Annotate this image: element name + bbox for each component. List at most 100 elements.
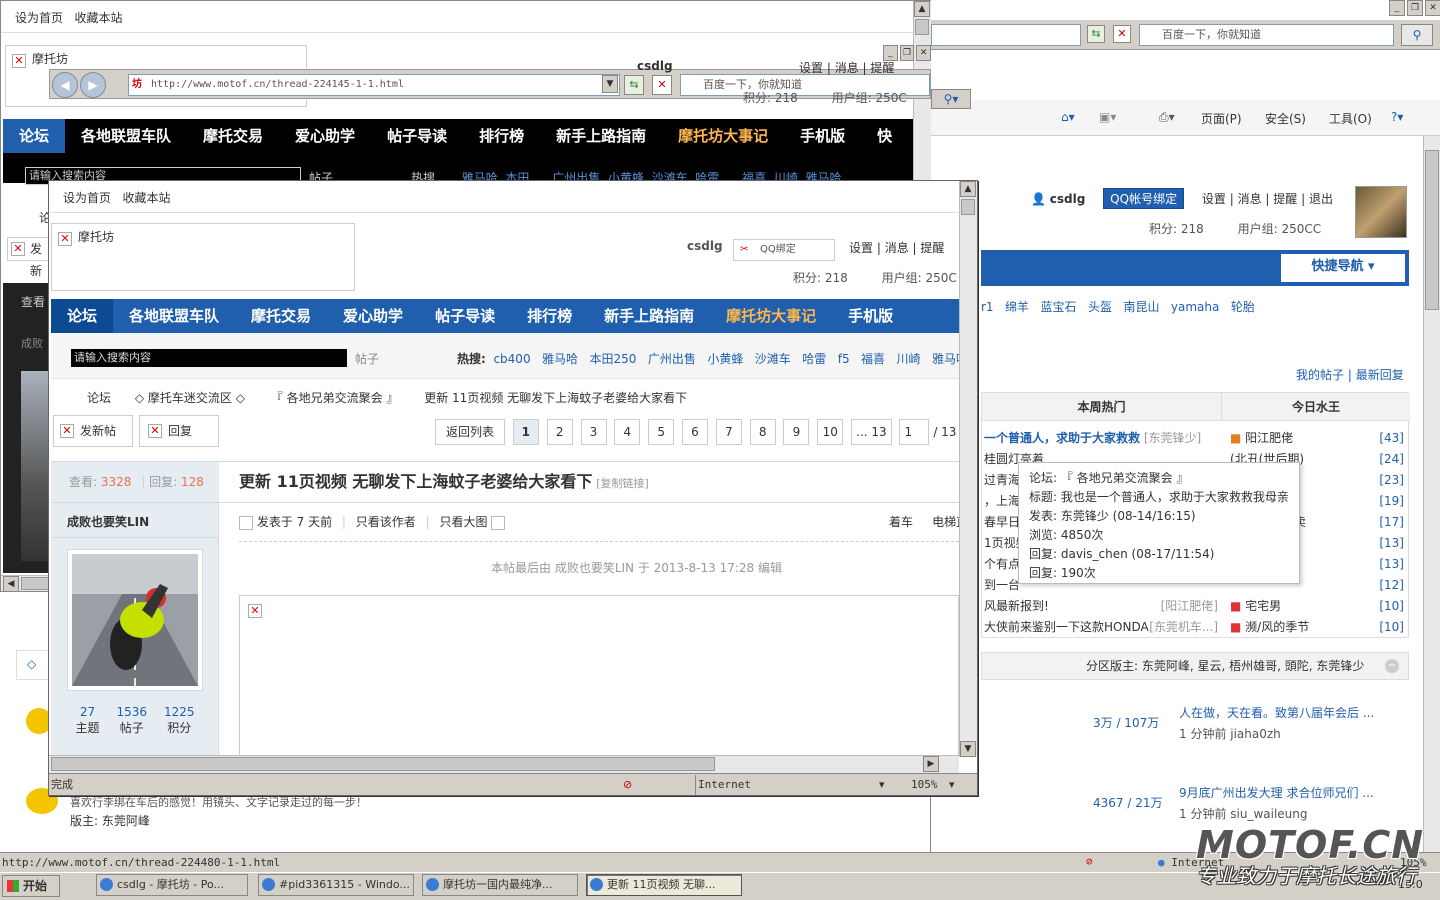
big-image-link[interactable]: 只看大图 (440, 515, 488, 529)
address-bar[interactable]: 坊 http://www.motof.cn/thread-224145-1-1.h… (128, 74, 620, 96)
nav-teams[interactable]: 各地联盟车队 (113, 299, 235, 333)
qq-bind-button[interactable]: QQ帐号绑定 (1103, 188, 1185, 209)
nav-digest[interactable]: 帖子导读 (371, 119, 463, 153)
nav-ranking[interactable]: 排行榜 (463, 119, 540, 153)
back-to-list-button[interactable]: 返回列表 (435, 419, 506, 445)
search-type[interactable]: 帖子 (355, 350, 379, 367)
alerts-link[interactable]: 提醒 (920, 241, 944, 255)
forum-last-post[interactable]: 9月底广州出发大理 求合位师兄们 ... 1 分钟前 siu_waileung (1179, 784, 1409, 822)
messages-link[interactable]: 消息 (1238, 192, 1262, 206)
hot-tag[interactable]: 轮胎 (1231, 300, 1255, 314)
page-link[interactable]: 8 (749, 419, 776, 445)
page-link[interactable]: 9 (783, 419, 810, 445)
list-item[interactable]: 风最新报到! [阳江肥佬] (984, 596, 1218, 617)
site-logo[interactable]: ✕ 摩托坊 (51, 223, 355, 291)
new-post-button[interactable]: ✕ 发新 (7, 237, 51, 278)
hot-tag[interactable]: 头盔 (1088, 300, 1112, 314)
hot-tag[interactable]: r1 (981, 300, 994, 314)
nav-more[interactable]: 快 (861, 119, 908, 153)
post-image[interactable]: ✕ (239, 595, 959, 775)
page-link[interactable]: 1 (512, 419, 539, 445)
horizontal-scrollbar[interactable]: ▶ (49, 755, 959, 773)
search-box[interactable]: 百度一下，你就知道 (1139, 24, 1394, 46)
reply-button[interactable]: ✕ 回复 (139, 415, 219, 447)
nav-trade[interactable]: 摩托交易 (187, 119, 279, 153)
nav-charity[interactable]: 爱心助学 (327, 299, 419, 333)
taskbar-item-active[interactable]: 更新 11页视频 无聊... (586, 874, 742, 896)
restore-icon[interactable]: ❐ (1407, 0, 1423, 16)
taskbar-item[interactable]: #pid3361315 - Windo... (258, 874, 414, 896)
print-icon[interactable]: ⎙▾ (1159, 110, 1175, 125)
collapse-icon[interactable]: − (1385, 659, 1399, 673)
hot-tag[interactable]: 广州出售 (648, 352, 696, 366)
scroll-down-icon[interactable]: ▼ (960, 741, 976, 757)
start-button[interactable]: 开始 (2, 875, 60, 897)
hot-tag[interactable]: f5 (838, 352, 850, 366)
scrollbar-thumb[interactable] (51, 757, 715, 771)
hot-tag[interactable]: yamaha (1171, 300, 1219, 314)
nav-digest[interactable]: 帖子导读 (419, 299, 511, 333)
nav-guide[interactable]: 新手上路指南 (588, 299, 710, 333)
my-posts-link[interactable]: 我的帖子 (1296, 368, 1344, 382)
stat-credits[interactable]: 1225 积分 (164, 705, 195, 736)
logout-link[interactable]: 退出 (1309, 192, 1333, 206)
hot-tag[interactable]: 本田250 (590, 352, 637, 366)
scroll-up-icon[interactable]: ▲ (960, 181, 976, 197)
alerts-link[interactable]: 提醒 (870, 61, 894, 75)
zoom-level[interactable]: 105% (911, 775, 938, 795)
set-home-link[interactable]: 设为首页 (15, 11, 63, 25)
scrollbar-thumb[interactable] (21, 577, 49, 590)
page-link[interactable]: ... 13 (851, 419, 892, 445)
bookmark-link[interactable]: 收藏本站 (122, 191, 170, 205)
list-item[interactable]: ■ 宅宅男 [10] (1230, 596, 1404, 617)
scrollbar-thumb[interactable] (1425, 150, 1439, 310)
hot-tag[interactable]: 蓝宝石 (1041, 300, 1077, 314)
page-input[interactable]: 1 (899, 419, 930, 445)
dropdown-icon[interactable]: ▼ (602, 75, 618, 93)
hot-tag[interactable]: 雅马哈r6 (932, 352, 959, 366)
settings-link[interactable]: 设置 (1202, 192, 1226, 206)
page-link[interactable]: 5 (648, 419, 675, 445)
nav-charity[interactable]: 爱心助学 (279, 119, 371, 153)
hot-tag[interactable]: 哈雷 (802, 352, 826, 366)
nav-teams[interactable]: 各地联盟车队 (65, 119, 187, 153)
page-link[interactable]: 6 (681, 419, 708, 445)
list-item[interactable]: 一个普通人，求助于大家救救 [东莞锋少] (984, 428, 1218, 449)
feeds-icon[interactable]: ▣▾ (1099, 110, 1116, 124)
minimize-icon[interactable]: _ (1389, 0, 1405, 16)
copy-link[interactable]: [复制链接] (596, 477, 649, 490)
breadcrumb-item[interactable]: ◇ 摩托车迷交流区 ◇ (135, 391, 245, 405)
nav-events[interactable]: 摩托坊大事记 (662, 119, 784, 153)
set-home-link[interactable]: 设为首页 (63, 191, 111, 205)
breadcrumb-item[interactable]: 论坛 (87, 391, 111, 405)
stat-topics[interactable]: 27 主题 (75, 705, 99, 736)
home-icon[interactable]: ⌂▾ (1061, 110, 1075, 124)
breadcrumb-item[interactable]: 更新 11页视频 无聊发下上海蚊子老婆给大家看下 (424, 391, 687, 405)
hot-tag[interactable]: 沙滩车 (755, 352, 791, 366)
close-icon[interactable]: ✕ (916, 45, 932, 61)
new-post-button[interactable]: ✕ 发新帖 (53, 415, 133, 447)
forward-icon[interactable]: ▶ (80, 72, 106, 98)
nav-guide[interactable]: 新手上路指南 (540, 119, 662, 153)
bookmark-link[interactable]: 收藏本站 (74, 11, 122, 25)
nav-mobile[interactable]: 手机版 (832, 299, 909, 333)
hot-tag[interactable]: cb400 (493, 352, 530, 366)
page-scrollbar[interactable]: ▲ ▼ (959, 181, 977, 757)
nav-trade[interactable]: 摩托交易 (235, 299, 327, 333)
page-link[interactable]: 2 (546, 419, 573, 445)
zoom-dropdown-icon[interactable]: ▾ (949, 775, 955, 795)
tools-menu[interactable]: 工具(O) (1329, 110, 1372, 127)
site-search-input[interactable]: 请输入搜索内容 (71, 349, 347, 367)
zone-dropdown-icon[interactable]: ▾ (879, 775, 885, 795)
alerts-link[interactable]: 提醒 (1273, 192, 1297, 206)
scrollbar-thumb[interactable] (961, 199, 975, 215)
nav-events[interactable]: 摩托坊大事记 (710, 299, 832, 333)
settings-link[interactable]: 设置 (799, 61, 823, 75)
floor-link[interactable]: 着车 (889, 515, 913, 529)
search-go-icon[interactable]: ⚲▾ (931, 89, 971, 109)
page-scrollbar[interactable] (1423, 136, 1440, 852)
hot-tag[interactable]: 福喜 (861, 352, 885, 366)
hot-tag[interactable]: 绵羊 (1005, 300, 1029, 314)
list-item[interactable]: 大侠前来鉴别一下这款HONDA [东莞机车...] (984, 617, 1218, 638)
page-link[interactable]: 3 (580, 419, 607, 445)
